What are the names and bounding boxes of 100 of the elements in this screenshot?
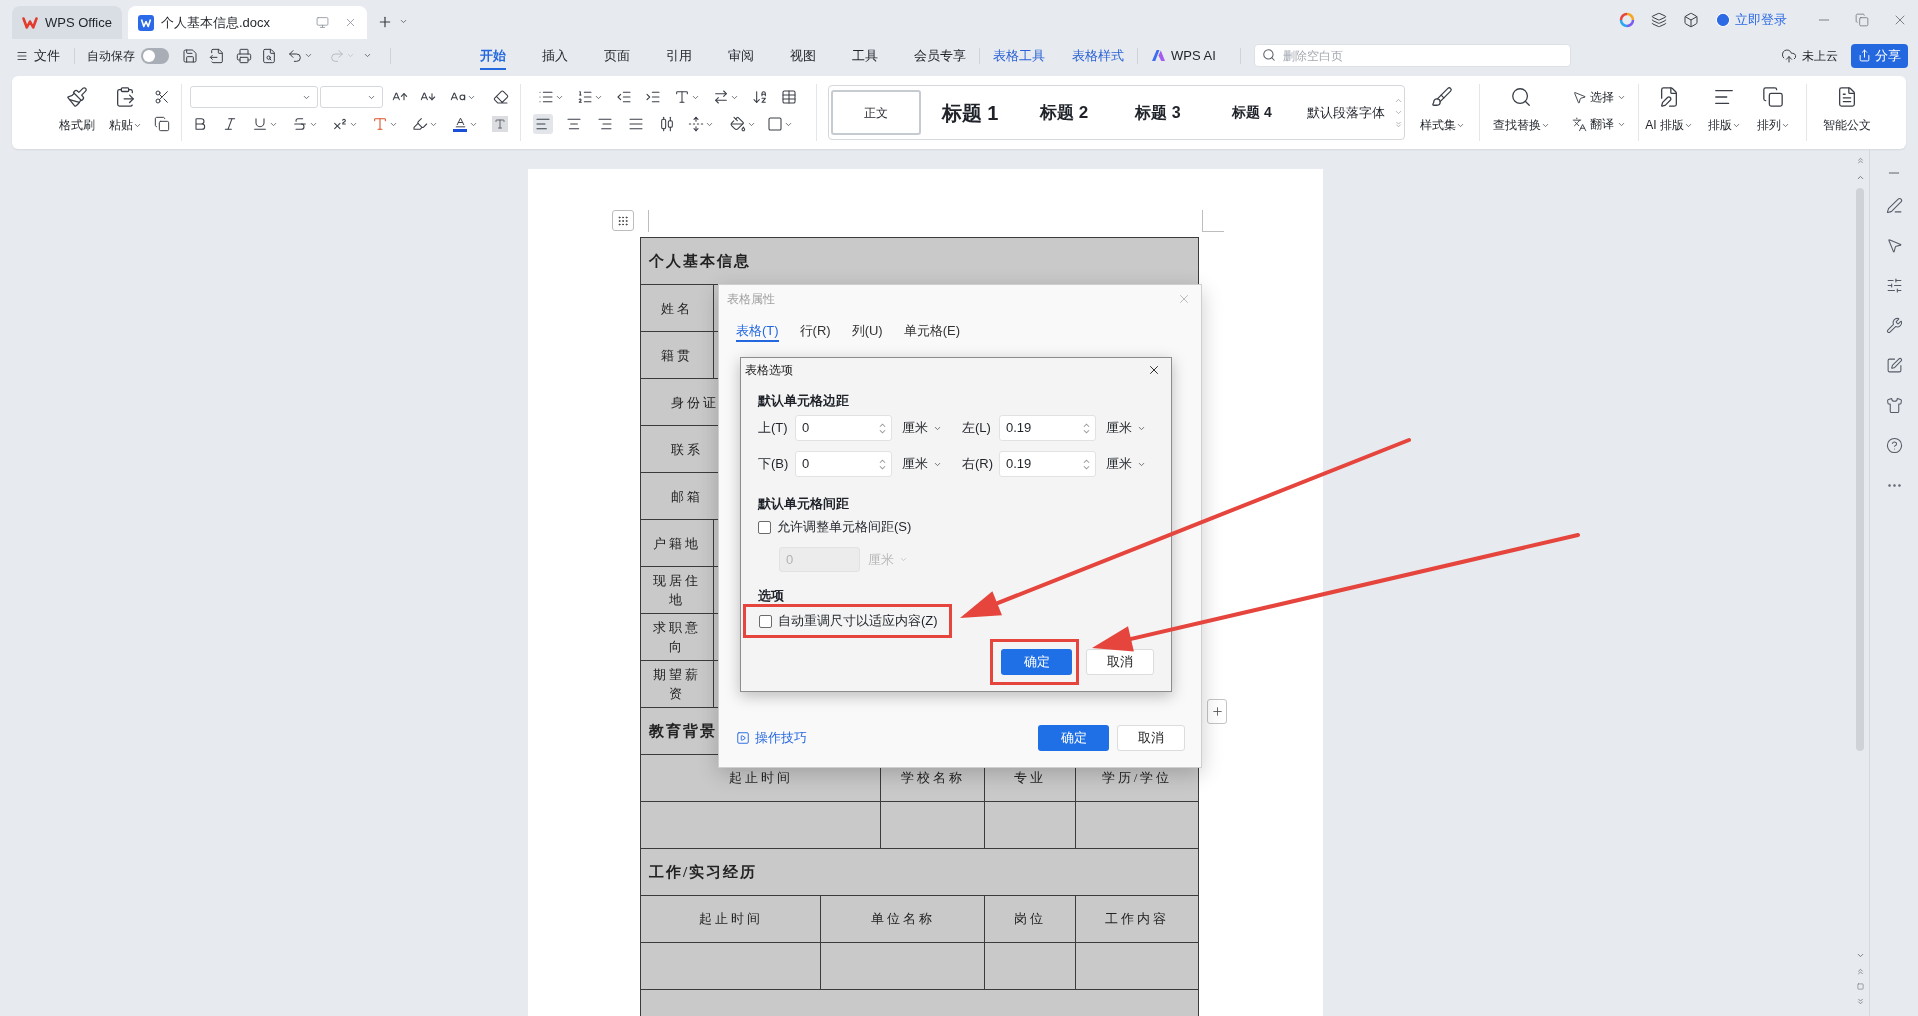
type-icon[interactable] [674, 89, 690, 105]
table-icon[interactable] [781, 89, 797, 105]
border-icon[interactable] [767, 116, 783, 132]
ribbon-tab[interactable]: 会员专享 [914, 43, 966, 70]
ribbon-tab[interactable]: 表格样式 [1072, 43, 1124, 70]
ribbon-tab[interactable]: WPS AI [1151, 43, 1216, 70]
highlighter-icon[interactable] [412, 116, 428, 132]
ribbon-button[interactable]: 格式刷 [56, 76, 98, 149]
swap-icon[interactable] [713, 89, 729, 105]
autosave-toggle[interactable] [141, 47, 169, 64]
ribbon-tab[interactable]: 插入 [542, 43, 568, 70]
monitor-icon[interactable] [316, 16, 329, 29]
tips-link[interactable]: 操作技巧 [736, 727, 807, 748]
add-column-button[interactable] [1207, 699, 1227, 724]
scrollbar-thumb[interactable] [1856, 188, 1864, 751]
dialog-tab[interactable]: 列(U) [851, 321, 883, 342]
font-size-field[interactable] [320, 86, 383, 108]
ribbon-button[interactable]: 查找替换 [1490, 76, 1552, 149]
ribbon-tab[interactable]: 页面 [604, 43, 630, 70]
spinner-icon[interactable] [879, 457, 886, 471]
style-option[interactable]: 标题 1 [925, 90, 1015, 135]
style-option[interactable]: 标题 4 [1207, 90, 1297, 135]
ribbon-tab[interactable]: 视图 [790, 43, 816, 70]
spinner-icon[interactable] [879, 421, 886, 435]
spinner-icon[interactable] [1083, 421, 1090, 435]
help-icon[interactable] [1885, 437, 1903, 454]
ribbon-tab[interactable]: 开始 [480, 43, 506, 70]
scroll-up-icon[interactable] [1855, 173, 1865, 182]
search-field[interactable]: 删除空白页 [1253, 44, 1571, 67]
checkbox[interactable] [759, 614, 772, 628]
layers-icon[interactable] [1651, 12, 1667, 28]
checkbox[interactable] [758, 520, 771, 534]
paint-bucket-icon[interactable] [730, 116, 746, 132]
restore-icon[interactable] [1855, 13, 1869, 27]
shaded-letter-icon[interactable] [492, 116, 508, 132]
cube-icon[interactable] [1683, 12, 1699, 28]
font-name-field[interactable] [190, 86, 318, 108]
bold-icon[interactable] [192, 116, 208, 132]
outdent-icon[interactable] [616, 89, 632, 105]
undo-icon[interactable] [287, 47, 303, 64]
superscript-icon[interactable] [332, 116, 348, 132]
ribbon-button[interactable]: 排列 [1751, 76, 1795, 149]
ribbon-button[interactable]: 排版 [1702, 76, 1746, 149]
dialog-tab[interactable]: 单元格(E) [903, 321, 961, 342]
style-option[interactable]: 标题 2 [1019, 90, 1109, 135]
style-option[interactable]: 正文 [831, 90, 921, 135]
type-icon[interactable] [372, 116, 388, 132]
wrench-icon[interactable] [1885, 317, 1903, 334]
dialog-tab[interactable]: 表格(T) [736, 321, 779, 342]
save-icon[interactable] [182, 47, 198, 64]
ribbon-button[interactable]: 翻译 [1572, 112, 1628, 136]
caret-icon[interactable] [399, 17, 408, 26]
ok-button[interactable]: 确定 [1001, 649, 1072, 675]
align-left-icon[interactable] [533, 114, 553, 134]
underline-icon[interactable] [252, 116, 268, 132]
ribbon-tab[interactable]: 表格工具 [993, 43, 1045, 70]
unit-dropdown[interactable]: 厘米 [1106, 454, 1146, 474]
italic-icon[interactable] [222, 116, 238, 132]
file-output-icon[interactable] [209, 47, 225, 64]
close-icon[interactable] [1147, 363, 1161, 377]
line-spacing-icon[interactable] [688, 116, 704, 132]
table-move-handle[interactable] [612, 210, 634, 231]
strikethrough-icon[interactable] [292, 116, 308, 132]
font-color-icon[interactable] [452, 116, 468, 132]
file-search-icon[interactable] [261, 47, 277, 64]
sort-icon[interactable] [752, 89, 768, 105]
avatar-icon[interactable] [1715, 12, 1731, 28]
pen-icon[interactable] [1885, 197, 1903, 214]
ribbon-button[interactable]: 选择 [1572, 85, 1628, 109]
cancel-button[interactable]: 取消 [1117, 724, 1185, 751]
unit-dropdown[interactable]: 厘米 [902, 418, 942, 438]
scissors-icon[interactable] [154, 89, 170, 105]
printer-icon[interactable] [236, 47, 252, 64]
ribbon-tab[interactable]: 引用 [666, 43, 692, 70]
dialog-tab[interactable]: 行(R) [799, 321, 831, 342]
indent-icon[interactable] [645, 89, 661, 105]
ribbon-tab[interactable]: 工具 [852, 43, 878, 70]
shirt-icon[interactable] [1885, 397, 1903, 414]
unit-dropdown[interactable]: 厘米 [1106, 418, 1146, 438]
numbered-list-icon[interactable] [577, 89, 593, 105]
window-tab[interactable]: 个人基本信息.docx [128, 6, 367, 39]
eraser-icon[interactable] [493, 89, 509, 105]
style-option[interactable]: 默认段落字体 [1301, 90, 1391, 135]
pointer-icon[interactable] [1885, 237, 1903, 254]
scroll-down-icon[interactable] [1394, 108, 1403, 117]
ribbon-button[interactable]: 粘贴 [102, 76, 148, 149]
style-option[interactable]: 标题 3 [1113, 90, 1203, 135]
scroll-up-icon[interactable] [1394, 96, 1403, 105]
ribbon-button[interactable]: AI 排版 [1641, 76, 1697, 149]
window-tab[interactable]: WPS Office [12, 6, 122, 39]
page-up-icon[interactable] [1855, 156, 1865, 165]
number-field[interactable]: 0 [795, 415, 892, 441]
ribbon-tab[interactable]: 审阅 [728, 43, 754, 70]
number-field[interactable]: 0 [795, 451, 892, 477]
number-field[interactable]: 0.19 [999, 451, 1096, 477]
unit-dropdown[interactable]: 厘米 [902, 454, 942, 474]
edit-icon[interactable] [1885, 357, 1903, 374]
ring-icon[interactable] [1619, 12, 1635, 28]
file-menu-button[interactable]: 文件 [16, 43, 60, 68]
login-link[interactable]: 立即登录 [1735, 10, 1787, 30]
